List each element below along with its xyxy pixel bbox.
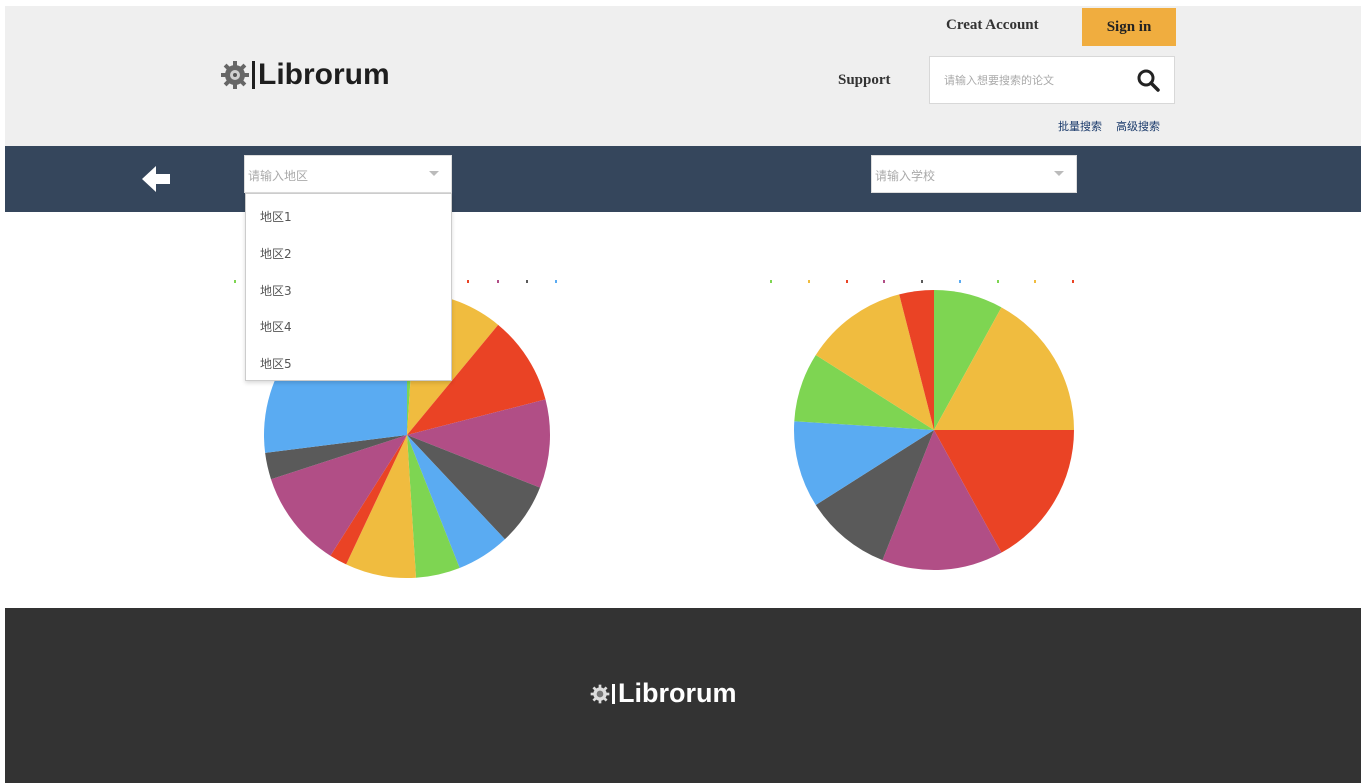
filter-bar — [5, 146, 1361, 212]
legend-swatch-red2 — [467, 280, 470, 283]
region-option-1[interactable]: 地区1 — [260, 208, 292, 225]
create-account-link[interactable]: Creat Account — [946, 17, 1039, 34]
gear-icon — [221, 61, 249, 89]
legend-swatch-gray2 — [525, 280, 528, 283]
back-button[interactable] — [138, 161, 174, 197]
search-input[interactable] — [930, 57, 1120, 103]
chevron-down-icon — [1054, 171, 1064, 176]
advanced-search-link[interactable]: 高级搜索 — [1116, 120, 1160, 133]
legend-swatch-red — [845, 280, 848, 283]
school-select[interactable]: 请输入学校 — [871, 155, 1077, 193]
search-links: 批量搜索 高级搜索 — [1058, 118, 1174, 134]
legend-swatch-blue — [958, 280, 961, 283]
school-pie-chart — [794, 290, 1074, 570]
legend-swatch-yellow — [807, 280, 810, 283]
search-button[interactable] — [1130, 63, 1166, 97]
legend-swatch-green — [234, 280, 236, 283]
school-select-placeholder: 请输入学校 — [875, 169, 936, 183]
sign-in-button[interactable]: Sign in — [1082, 8, 1176, 46]
legend-swatch-magenta — [883, 280, 886, 283]
legend-swatch-red2 — [1072, 280, 1075, 283]
legend-swatch-gray — [921, 280, 924, 283]
school-pie-legend — [770, 280, 1110, 286]
region-select[interactable]: 请输入地区 — [244, 155, 452, 193]
legend-swatch-green — [770, 280, 772, 283]
bulk-search-link[interactable]: 批量搜索 — [1058, 120, 1102, 133]
region-option-4[interactable]: 地区4 — [260, 318, 292, 335]
footer-logo: Librorum — [590, 678, 737, 709]
region-dropdown-menu: 地区1 地区2 地区3 地区4 地区5 — [245, 193, 452, 381]
chevron-down-icon — [429, 171, 439, 176]
legend-swatch-green2 — [996, 280, 999, 283]
gear-icon — [590, 684, 610, 703]
logo-divider — [612, 683, 615, 704]
region-option-5[interactable]: 地区5 — [260, 355, 292, 372]
region-option-3[interactable]: 地区3 — [260, 282, 292, 299]
region-select-placeholder: 请输入地区 — [248, 169, 309, 183]
support-link[interactable]: Support — [838, 72, 891, 89]
magnifier-icon — [1137, 69, 1160, 92]
legend-swatch-magenta2 — [496, 280, 499, 283]
search-box — [929, 56, 1175, 104]
logo-text: Librorum — [258, 58, 390, 91]
legend-swatch-blue2 — [554, 280, 557, 283]
footer-logo-text: Librorum — [618, 678, 737, 708]
legend-swatch-yellow2 — [1034, 280, 1037, 283]
arrow-left-icon — [142, 166, 170, 192]
header-logo[interactable]: Librorum — [220, 58, 390, 92]
region-option-2[interactable]: 地区2 — [260, 245, 292, 262]
logo-divider — [252, 61, 255, 89]
